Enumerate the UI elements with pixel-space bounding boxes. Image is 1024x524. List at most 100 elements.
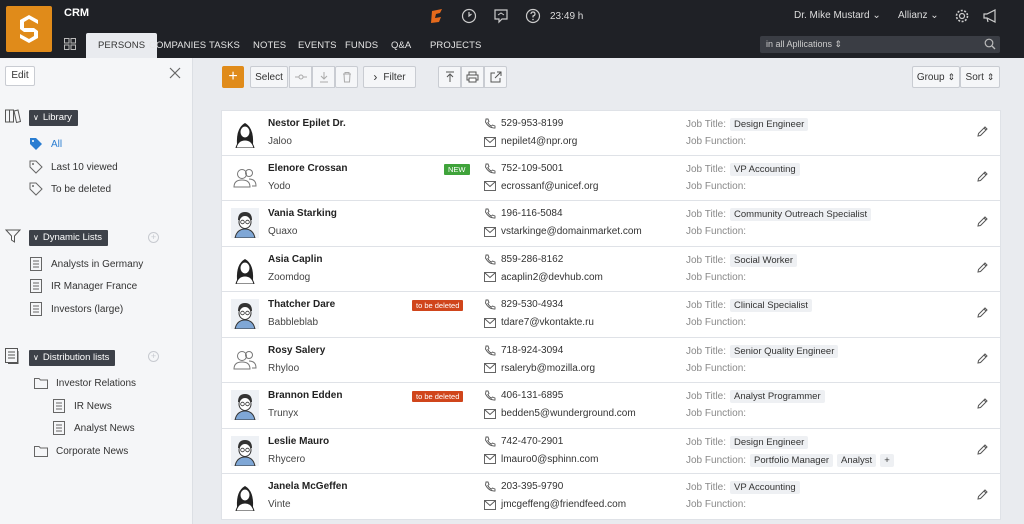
person-name[interactable]: Thatcher Dare [268, 299, 335, 310]
table-row[interactable]: Leslie Mauro Rhycero 742-470-2901 lmauro… [221, 428, 1001, 474]
email-field[interactable]: acaplin2@devhub.com [484, 272, 603, 283]
table-row[interactable]: Rosy Salery Rhyloo 718-924-3094 rsaleryb… [221, 337, 1001, 383]
job-title-chip[interactable]: Social Worker [730, 253, 797, 267]
table-row[interactable]: Janela McGeffen Vinte 203-395-9790 jmcge… [221, 474, 1001, 520]
sidebar-item-to-be-deleted[interactable]: To be deleted [29, 182, 111, 196]
person-company[interactable]: Rhycero [268, 454, 305, 465]
table-row[interactable]: Nestor Epilet Dr. Jaloo 529-953-8199 nep… [221, 110, 1001, 156]
apps-grid-icon[interactable] [64, 38, 76, 53]
person-company[interactable]: Vinte [268, 499, 291, 510]
sidebar-item-corporate-news[interactable]: Corporate News [34, 444, 128, 458]
person-name[interactable]: Janela McGeffen [268, 481, 347, 492]
search-input[interactable]: in all Apllications ⇕ [760, 36, 1000, 53]
phone-field[interactable]: 196-116-5084 [484, 208, 563, 219]
person-name[interactable]: Brannon Edden [268, 390, 342, 401]
delete-button[interactable] [335, 66, 358, 88]
edit-pencil-icon[interactable] [976, 443, 990, 457]
app-logo[interactable] [6, 6, 52, 52]
sidebar-item-ir-news[interactable]: IR News [52, 399, 112, 413]
dynamic-lists-tag[interactable]: ∨ Dynamic Lists [29, 229, 108, 246]
avatar[interactable] [230, 253, 260, 285]
job-title-chip[interactable]: Design Engineer [730, 118, 809, 131]
email-field[interactable]: bedden5@wunderground.com [484, 408, 636, 419]
brand-c-icon[interactable] [428, 7, 446, 25]
avatar[interactable] [230, 162, 260, 194]
edit-pencil-icon[interactable] [976, 261, 990, 275]
add-distribution-list-icon[interactable]: + [148, 351, 159, 362]
person-name[interactable]: Asia Caplin [268, 254, 322, 265]
search-icon[interactable] [984, 38, 996, 56]
person-company[interactable]: Babbleblab [268, 317, 318, 328]
phone-field[interactable]: 718-924-3094 [484, 345, 563, 356]
person-company[interactable]: Zoomdog [268, 272, 310, 283]
table-row[interactable]: Brannon Edden Trunyx to be deleted 406-1… [221, 383, 1001, 429]
tab-qa[interactable]: Q&A [379, 33, 423, 58]
edit-pencil-icon[interactable] [976, 170, 990, 184]
sidebar-item-investors-large[interactable]: Investors (large) [29, 302, 123, 316]
share-button[interactable] [484, 66, 507, 88]
avatar[interactable] [230, 298, 260, 330]
feedback-icon[interactable] [492, 7, 510, 25]
job-function-chip[interactable]: + [880, 453, 894, 467]
user-menu[interactable]: Dr. Mike Mustard ⌄ [794, 10, 881, 21]
merge-button[interactable] [289, 66, 312, 88]
email-field[interactable]: jmcgeffeng@friendfeed.com [484, 499, 626, 510]
email-field[interactable]: lmauro0@sphinn.com [484, 454, 598, 465]
select-button[interactable]: Select [250, 66, 288, 88]
close-icon[interactable] [168, 66, 184, 82]
phone-field[interactable]: 742-470-2901 [484, 436, 563, 447]
phone-field[interactable]: 859-286-8162 [484, 254, 563, 265]
download-button[interactable] [312, 66, 335, 88]
edit-pencil-icon[interactable] [976, 306, 990, 320]
sort-button[interactable]: Sort ⇕ [960, 66, 1000, 88]
timer-icon[interactable] [460, 7, 478, 25]
person-company[interactable]: Yodo [268, 181, 290, 192]
distribution-lists-section-header[interactable]: ∨ Distribution lists [5, 348, 116, 367]
person-company[interactable]: Rhyloo [268, 363, 299, 374]
avatar[interactable] [230, 117, 260, 149]
job-title-chip[interactable]: VP Accounting [730, 162, 800, 176]
job-title-chip[interactable]: Clinical Specialist [730, 299, 812, 312]
phone-field[interactable]: 529-953-8199 [484, 118, 563, 129]
email-field[interactable]: nepilet4@npr.org [484, 136, 577, 147]
sidebar-item-analysts-germany[interactable]: Analysts in Germany [29, 257, 143, 271]
table-row[interactable]: Asia Caplin Zoomdog 859-286-8162 acaplin… [221, 246, 1001, 292]
job-title-chip[interactable]: Design Engineer [730, 435, 809, 449]
avatar[interactable] [230, 389, 260, 421]
person-name[interactable]: Vania Starking [268, 208, 337, 219]
person-company[interactable]: Jaloo [268, 136, 292, 147]
sidebar-item-last-viewed[interactable]: Last 10 viewed [29, 160, 118, 174]
phone-field[interactable]: 752-109-5001 [484, 163, 563, 174]
job-function-chip[interactable]: Analyst [837, 453, 877, 467]
sidebar-item-ir-manager-france[interactable]: IR Manager France [29, 279, 137, 293]
library-tag[interactable]: ∨ Library [29, 109, 78, 126]
distribution-lists-tag[interactable]: ∨ Distribution lists [29, 349, 116, 366]
person-company[interactable]: Quaxo [268, 226, 297, 237]
avatar[interactable] [230, 344, 260, 376]
person-name[interactable]: Rosy Salery [268, 345, 325, 356]
gear-icon[interactable] [954, 8, 970, 27]
phone-field[interactable]: 829-530-4934 [484, 299, 563, 310]
sidebar-item-analyst-news[interactable]: Analyst News [52, 421, 135, 435]
email-field[interactable]: ecrossanf@unicef.org [484, 181, 598, 192]
add-dynamic-list-icon[interactable]: + [148, 232, 159, 243]
phone-field[interactable]: 406-131-6895 [484, 390, 563, 401]
table-row[interactable]: Thatcher Dare Babbleblab to be deleted 8… [221, 292, 1001, 338]
edit-pencil-icon[interactable] [976, 397, 990, 411]
table-row[interactable]: Elenore Crossan Yodo NEW 752-109-5001 ec… [221, 155, 1001, 201]
job-function-chip[interactable]: Portfolio Manager [750, 453, 834, 467]
job-title-chip[interactable]: Senior Quality Engineer [730, 344, 839, 358]
sidebar-item-investor-relations[interactable]: Investor Relations [34, 376, 136, 390]
person-name[interactable]: Nestor Epilet Dr. [268, 118, 346, 129]
edit-pencil-icon[interactable] [976, 352, 990, 366]
edit-pencil-icon[interactable] [976, 488, 990, 502]
dynamic-lists-section-header[interactable]: ∨ Dynamic Lists [4, 229, 108, 246]
help-icon[interactable] [524, 7, 542, 25]
filter-button[interactable]: › Filter [363, 66, 416, 88]
edit-button[interactable]: Edit [5, 66, 35, 86]
megaphone-icon[interactable] [982, 8, 1000, 27]
person-name[interactable]: Elenore Crossan [268, 163, 347, 174]
tab-projects[interactable]: PROJECTS [418, 33, 493, 58]
email-field[interactable]: rsaleryb@mozilla.org [484, 363, 595, 374]
job-title-chip[interactable]: Analyst Programmer [730, 390, 825, 403]
